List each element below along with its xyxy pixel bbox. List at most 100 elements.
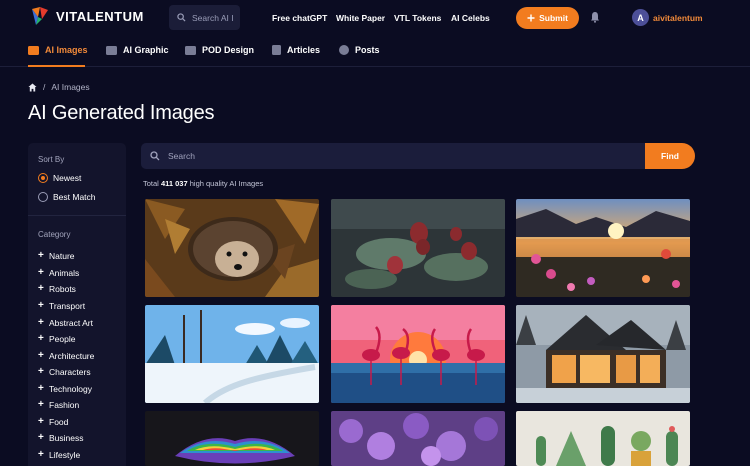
page-title: AI Generated Images <box>28 102 215 124</box>
category-label: People <box>49 333 76 344</box>
nav-link-white-paper[interactable]: White Paper <box>336 13 385 23</box>
image-search-input[interactable]: Search <box>141 143 647 169</box>
tab-ai-graphic[interactable]: AI Graphic <box>106 45 169 55</box>
tab-articles[interactable]: Articles <box>272 45 320 55</box>
category-label: Abstract Art <box>49 317 93 328</box>
breadcrumb-separator: / <box>43 82 46 92</box>
cactus-image <box>516 411 690 466</box>
category-label: Characters <box>49 366 91 377</box>
category-item-business[interactable]: + Business <box>38 432 84 443</box>
filter-sidebar: Sort By Newest Best Match Category + Natu… <box>28 143 126 466</box>
plus-icon: + <box>38 399 44 410</box>
search-placeholder: Search <box>168 151 195 161</box>
category-tabs: AI Images AI Graphic POD Design Articles… <box>0 36 750 67</box>
category-item-animals[interactable]: + Animals <box>38 267 79 278</box>
nav-link-free-chatgpt[interactable]: Free chatGPT <box>272 13 327 23</box>
category-item-food[interactable]: + Food <box>38 416 68 427</box>
sort-option-label: Newest <box>53 173 82 183</box>
sidebar-divider <box>28 215 126 216</box>
graphic-icon <box>106 45 117 55</box>
category-label: Architecture <box>49 350 95 361</box>
home-icon[interactable] <box>28 82 37 92</box>
top-search-placeholder: Search AI I <box>192 12 234 23</box>
category-label: Business <box>49 432 84 443</box>
image-icon <box>28 45 39 55</box>
plus-icon: + <box>38 449 44 460</box>
sort-option-newest[interactable]: Newest <box>38 173 81 183</box>
total-count: 411 037 <box>160 179 188 188</box>
category-item-architecture[interactable]: + Architecture <box>38 350 94 361</box>
username[interactable]: aivitalentum <box>653 13 703 23</box>
plus-icon: + <box>38 432 44 443</box>
plus-icon: + <box>38 267 44 278</box>
category-label: Fashion <box>49 399 80 410</box>
find-button[interactable]: Find <box>645 143 695 169</box>
image-card-lotus[interactable] <box>331 199 505 297</box>
category-item-robots[interactable]: + Robots <box>38 283 76 294</box>
plus-icon: + <box>38 283 44 294</box>
bell-icon[interactable] <box>590 11 600 23</box>
logo[interactable]: VITALENTUM <box>32 7 144 25</box>
lotus-image <box>331 199 505 297</box>
image-card-hedgehog[interactable] <box>145 199 319 297</box>
image-card-lavender[interactable] <box>331 411 505 466</box>
category-item-transport[interactable]: + Transport <box>38 300 85 311</box>
plus-icon: + <box>38 250 44 261</box>
tab-label: AI Images <box>45 45 88 55</box>
category-label: Transport <box>49 300 86 311</box>
radio-unselected[interactable] <box>38 192 48 202</box>
image-card-glass-house[interactable] <box>516 305 690 403</box>
total-suffix: high quality AI Images <box>189 179 264 188</box>
category-item-abstract-art[interactable]: + Abstract Art <box>38 317 93 328</box>
image-card-winter-forest[interactable] <box>145 305 319 403</box>
category-label: Food <box>49 416 69 427</box>
submit-button[interactable]: Submit <box>516 7 579 29</box>
submit-label: Submit <box>539 13 568 23</box>
category-item-technology[interactable]: + Technology <box>38 383 92 394</box>
total-prefix: Total <box>143 179 159 188</box>
image-card-rainbow-lips[interactable] <box>145 411 319 466</box>
tab-ai-images[interactable]: AI Images <box>28 45 88 55</box>
avatar[interactable]: A <box>632 9 649 26</box>
breadcrumb-current: AI Images <box>51 82 90 92</box>
tab-label: POD Design <box>202 45 255 55</box>
plus-icon <box>527 14 535 22</box>
total-count-text: Total 411 037 high quality AI Images <box>143 179 263 188</box>
sort-option-best-match[interactable]: Best Match <box>38 192 96 202</box>
category-label: Nature <box>49 250 75 261</box>
top-bar: VITALENTUM Search AI I Free chatGPT Whit… <box>0 0 750 36</box>
plus-icon: + <box>38 300 44 311</box>
image-card-flamingos[interactable] <box>331 305 505 403</box>
category-label: Technology <box>49 383 93 394</box>
category-label: Robots <box>49 283 76 294</box>
glass-house-image <box>516 305 690 403</box>
vitalentum-logo-icon <box>32 7 48 25</box>
search-icon <box>177 13 186 22</box>
category-label: Animals <box>49 267 80 278</box>
image-card-sunset-flowers[interactable] <box>516 199 690 297</box>
winter-forest-image <box>145 305 319 403</box>
category-item-people[interactable]: + People <box>38 333 75 344</box>
article-icon <box>272 45 281 55</box>
category-item-characters[interactable]: + Characters <box>38 366 91 377</box>
sort-heading: Sort By <box>38 155 65 164</box>
category-item-fashion[interactable]: + Fashion <box>38 399 79 410</box>
tab-label: AI Graphic <box>123 45 169 55</box>
radio-selected[interactable] <box>38 173 48 183</box>
plus-icon: + <box>38 333 44 344</box>
category-item-nature[interactable]: + Nature <box>38 250 75 261</box>
tab-posts[interactable]: Posts <box>339 45 380 55</box>
nav-link-ai-celebs[interactable]: AI Celebs <box>451 13 490 23</box>
plus-icon: + <box>38 350 44 361</box>
top-search-input[interactable]: Search AI I <box>169 5 240 30</box>
category-item-lifestyle[interactable]: + Lifestyle <box>38 449 80 460</box>
design-icon <box>185 45 196 55</box>
hedgehog-image <box>145 199 319 297</box>
sunset-flowers-image <box>516 199 690 297</box>
breadcrumb: / AI Images <box>28 82 90 92</box>
tab-pod-design[interactable]: POD Design <box>185 45 254 55</box>
plus-icon: + <box>38 366 44 377</box>
image-card-cactus[interactable] <box>516 411 690 466</box>
plus-icon: + <box>38 317 44 328</box>
nav-link-vtl-tokens[interactable]: VTL Tokens <box>394 13 441 23</box>
